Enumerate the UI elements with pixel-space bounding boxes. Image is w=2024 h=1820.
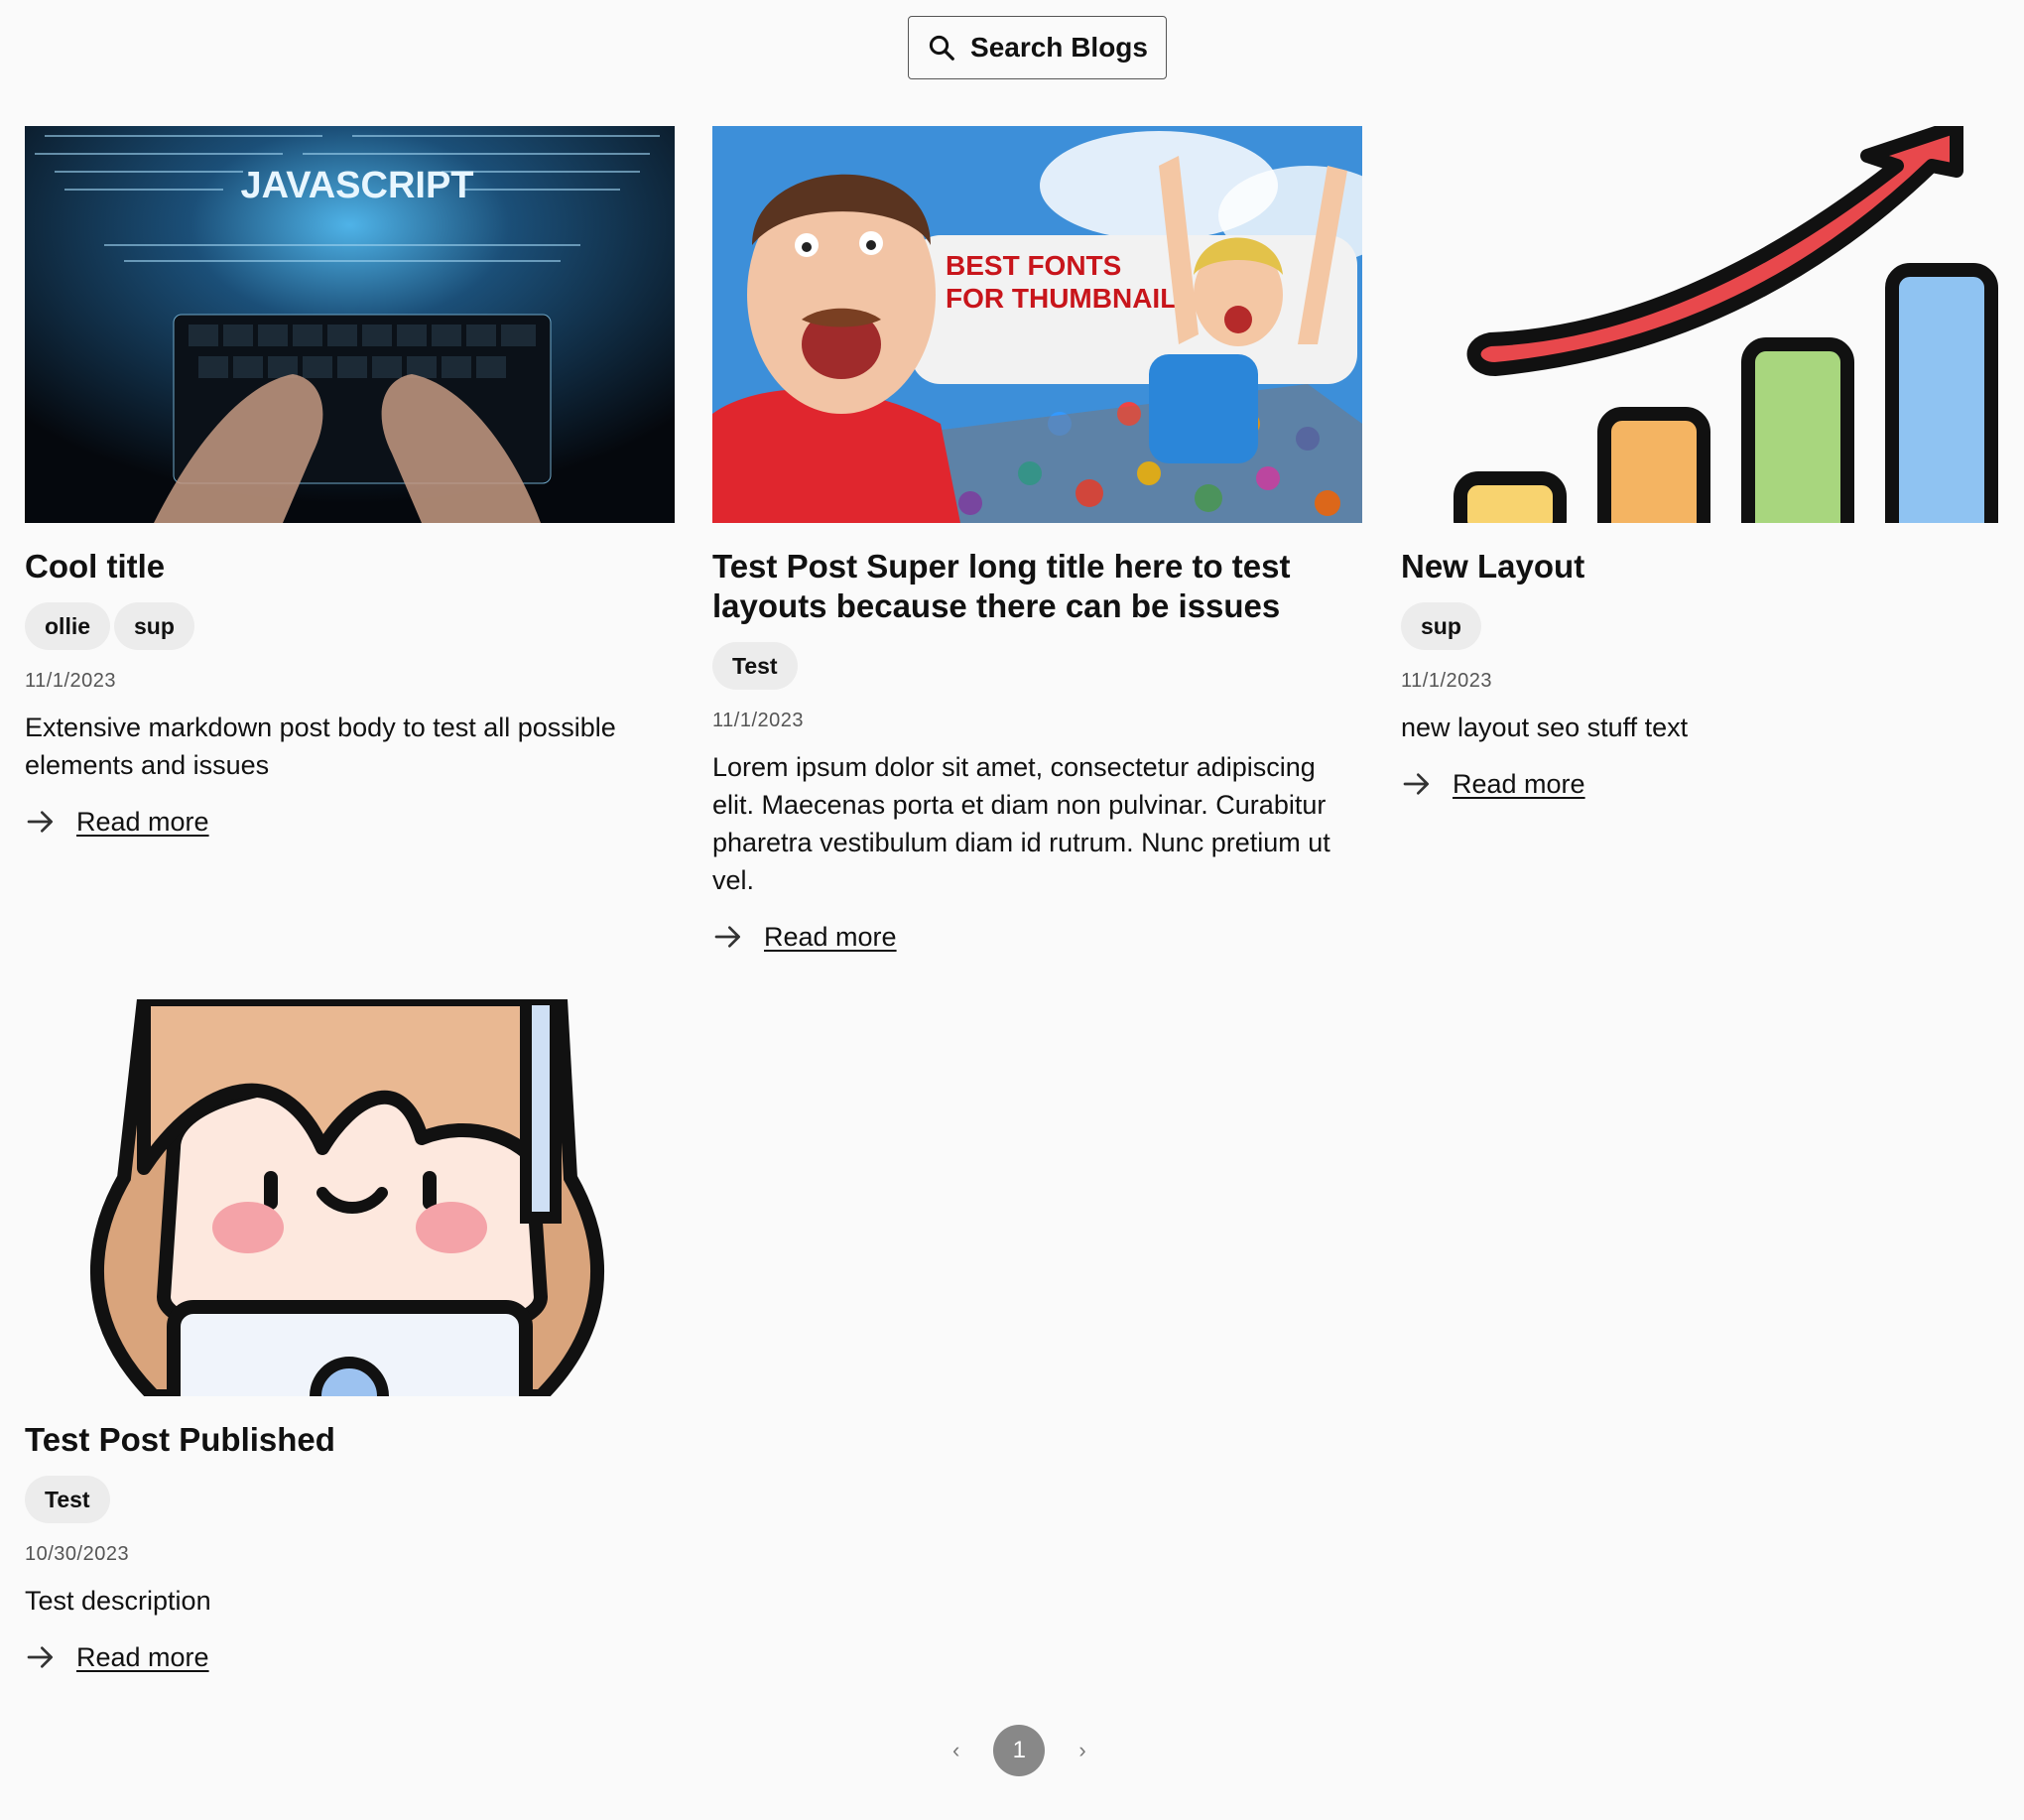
post-description: Lorem ipsum dolor sit amet, consectetur … bbox=[712, 752, 1330, 895]
read-more-link[interactable]: Read more bbox=[1453, 769, 1585, 800]
javascript-image-text: JAVASCRIPT bbox=[240, 165, 473, 206]
tag-chip[interactable]: sup bbox=[1401, 602, 1481, 650]
thumbnail-text-line-1: BEST FONTS bbox=[946, 250, 1121, 281]
tag-list: ollie sup bbox=[25, 602, 675, 650]
post-description: Extensive markdown post body to test all… bbox=[25, 713, 616, 780]
post-title[interactable]: Test Post Published bbox=[25, 1420, 675, 1460]
tag-chip[interactable]: sup bbox=[114, 602, 194, 650]
post-thumbnail-fonts[interactable]: BEST FONTS FOR THUMBNAILS bbox=[712, 126, 1362, 523]
post-description: Test description bbox=[25, 1586, 211, 1616]
search-icon bbox=[929, 35, 954, 61]
post-card: Test Post Published Test 10/30/2023 Test… bbox=[25, 999, 675, 1673]
read-more-link-row[interactable]: Read more bbox=[712, 921, 1362, 953]
arrow-right-icon bbox=[714, 926, 740, 948]
post-title[interactable]: Test Post Super long title here to test … bbox=[712, 547, 1362, 626]
post-card: New Layout sup 11/1/2023 new layout seo … bbox=[1401, 126, 2024, 800]
thumbnail-text-line-2: FOR THUMBNAILS bbox=[946, 283, 1196, 314]
post-card: JAVASCRIPT Cool title ollie sup 11/1/202… bbox=[25, 126, 675, 838]
tag-chip[interactable]: Test bbox=[25, 1476, 110, 1523]
post-thumbnail-avatar-girl[interactable] bbox=[25, 999, 675, 1396]
read-more-link-row[interactable]: Read more bbox=[25, 1641, 675, 1673]
arrow-right-icon bbox=[1403, 773, 1429, 795]
search-blogs-button[interactable]: Search Blogs bbox=[908, 16, 1167, 79]
tag-list: sup bbox=[1401, 602, 2024, 650]
next-page-button[interactable]: › bbox=[1078, 1738, 1085, 1763]
post-description: new layout seo stuff text bbox=[1401, 713, 1689, 742]
post-thumbnail-javascript[interactable]: JAVASCRIPT bbox=[25, 126, 675, 523]
post-card: BEST FONTS FOR THUMBNAILS Test Post Supe… bbox=[712, 126, 1362, 953]
tag-list: Test bbox=[25, 1476, 675, 1523]
tag-chip[interactable]: Test bbox=[712, 642, 798, 690]
post-title[interactable]: Cool title bbox=[25, 547, 675, 586]
pagination: ‹ 1 › bbox=[952, 1725, 1086, 1776]
post-title[interactable]: New Layout bbox=[1401, 547, 2024, 586]
read-more-link[interactable]: Read more bbox=[76, 807, 209, 838]
read-more-link[interactable]: Read more bbox=[76, 1642, 209, 1673]
post-date: 10/30/2023 bbox=[25, 1543, 130, 1565]
tag-list: Test bbox=[712, 642, 1362, 690]
arrow-right-icon bbox=[27, 1646, 53, 1668]
search-blogs-label: Search Blogs bbox=[970, 32, 1148, 63]
tag-chip[interactable]: ollie bbox=[25, 602, 111, 650]
post-date: 11/1/2023 bbox=[1401, 670, 1492, 692]
page-1-button[interactable]: 1 bbox=[993, 1725, 1046, 1776]
arrow-right-icon bbox=[27, 811, 53, 833]
read-more-link-row[interactable]: Read more bbox=[25, 806, 675, 838]
prev-page-button[interactable]: ‹ bbox=[952, 1738, 959, 1763]
post-date: 11/1/2023 bbox=[25, 670, 116, 692]
post-thumbnail-growth-chart[interactable] bbox=[1401, 126, 2024, 523]
read-more-link-row[interactable]: Read more bbox=[1401, 768, 2024, 800]
read-more-link[interactable]: Read more bbox=[764, 922, 897, 953]
post-date: 11/1/2023 bbox=[712, 710, 804, 731]
